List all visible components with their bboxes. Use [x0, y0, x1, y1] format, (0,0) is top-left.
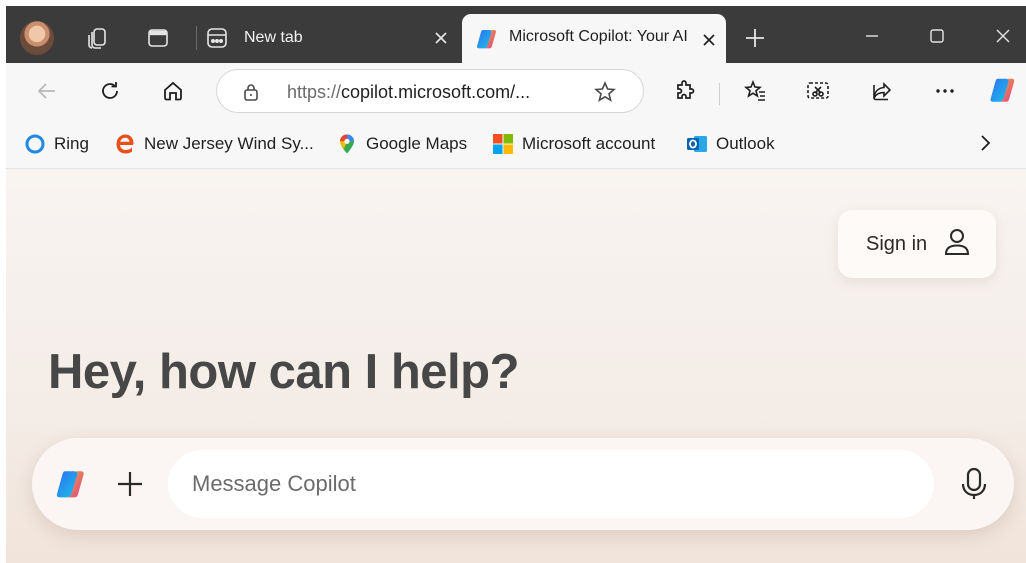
microphone-icon[interactable] [958, 466, 990, 507]
favorite-google-maps[interactable]: Google Maps [336, 132, 467, 156]
toolbar-separator [719, 83, 720, 105]
add-favorite-star-icon[interactable] [593, 80, 617, 109]
favorite-ring[interactable]: Ring [24, 132, 89, 156]
tab-new-tab[interactable]: New tab [204, 20, 458, 56]
new-tab-button[interactable] [742, 25, 768, 51]
add-attachment-plus-icon[interactable] [112, 466, 148, 507]
microsoft-logo-icon [492, 133, 514, 155]
url-domain: copilot.microsoft.com/... [341, 82, 531, 102]
maximize-button[interactable] [917, 21, 957, 51]
screenshot-icon[interactable] [803, 76, 833, 106]
sign-in-button[interactable]: Sign in [838, 210, 996, 278]
tab-title: New tab [244, 29, 303, 46]
sign-in-label: Sign in [866, 232, 928, 255]
favorite-label: Microsoft account [522, 134, 656, 153]
chevron-right-icon[interactable] [974, 132, 996, 159]
favorite-outlook[interactable]: Outlook [686, 132, 775, 156]
favorite-new-jersey-wind[interactable]: New Jersey Wind Sy... [114, 132, 314, 156]
outlook-icon [686, 133, 708, 155]
back-arrow-icon[interactable] [32, 76, 62, 106]
copilot-sidebar-icon[interactable] [988, 75, 1018, 105]
page-headline: Hey, how can I help? [48, 345, 520, 399]
favorite-label: Outlook [716, 134, 775, 153]
close-window-button[interactable] [983, 21, 1023, 51]
favorite-label: New Jersey Wind Sy... [144, 134, 314, 153]
more-options-icon[interactable] [930, 76, 960, 106]
minimize-button[interactable] [852, 21, 892, 51]
share-icon[interactable] [867, 76, 897, 106]
profile-avatar[interactable] [20, 21, 54, 55]
workspaces-icon[interactable] [84, 25, 110, 51]
close-tab-icon[interactable] [698, 29, 720, 51]
favorites-bar: Ring New Jersey Wind Sy... Google Maps M… [6, 119, 1026, 169]
new-tab-page-icon [206, 27, 228, 54]
copilot-icon [475, 27, 499, 56]
ring-icon [24, 133, 46, 155]
favorite-label: Google Maps [366, 134, 468, 153]
copilot-icon[interactable] [54, 467, 88, 506]
favorites-icon[interactable] [740, 76, 770, 106]
tab-bar: New tab Microsoft Copilot: Your AI compa… [6, 6, 1026, 63]
refresh-icon[interactable] [95, 76, 125, 106]
edge-e-icon [114, 133, 136, 155]
tab-copilot[interactable]: Microsoft Copilot: Your AI companion [462, 14, 726, 63]
message-input-wrapper [168, 450, 934, 518]
home-icon[interactable] [158, 76, 188, 106]
favorite-label: Ring [54, 134, 89, 153]
message-composer [32, 438, 1014, 530]
message-input[interactable] [168, 450, 934, 518]
url-protocol: https:// [287, 82, 342, 102]
close-tab-icon[interactable] [430, 27, 452, 49]
address-bar[interactable]: https://copilot.microsoft.com/... [216, 69, 644, 113]
copilot-page: Sign in Hey, how can I help? [6, 170, 1026, 563]
tab-title: Microsoft Copilot: Your AI companion [509, 28, 689, 45]
browser-window: New tab Microsoft Copilot: Your AI compa… [6, 6, 1026, 563]
person-icon [943, 227, 971, 262]
favorite-microsoft-account[interactable]: Microsoft account [492, 132, 655, 156]
tab-separator [196, 26, 197, 50]
navigation-bar: https://copilot.microsoft.com/... [6, 63, 1026, 119]
url-text[interactable]: https://copilot.microsoft.com/... [287, 82, 530, 103]
google-maps-icon [336, 133, 358, 155]
lock-icon[interactable] [241, 82, 261, 107]
vertical-tabs-icon[interactable] [145, 25, 171, 51]
extensions-icon[interactable] [670, 76, 700, 106]
